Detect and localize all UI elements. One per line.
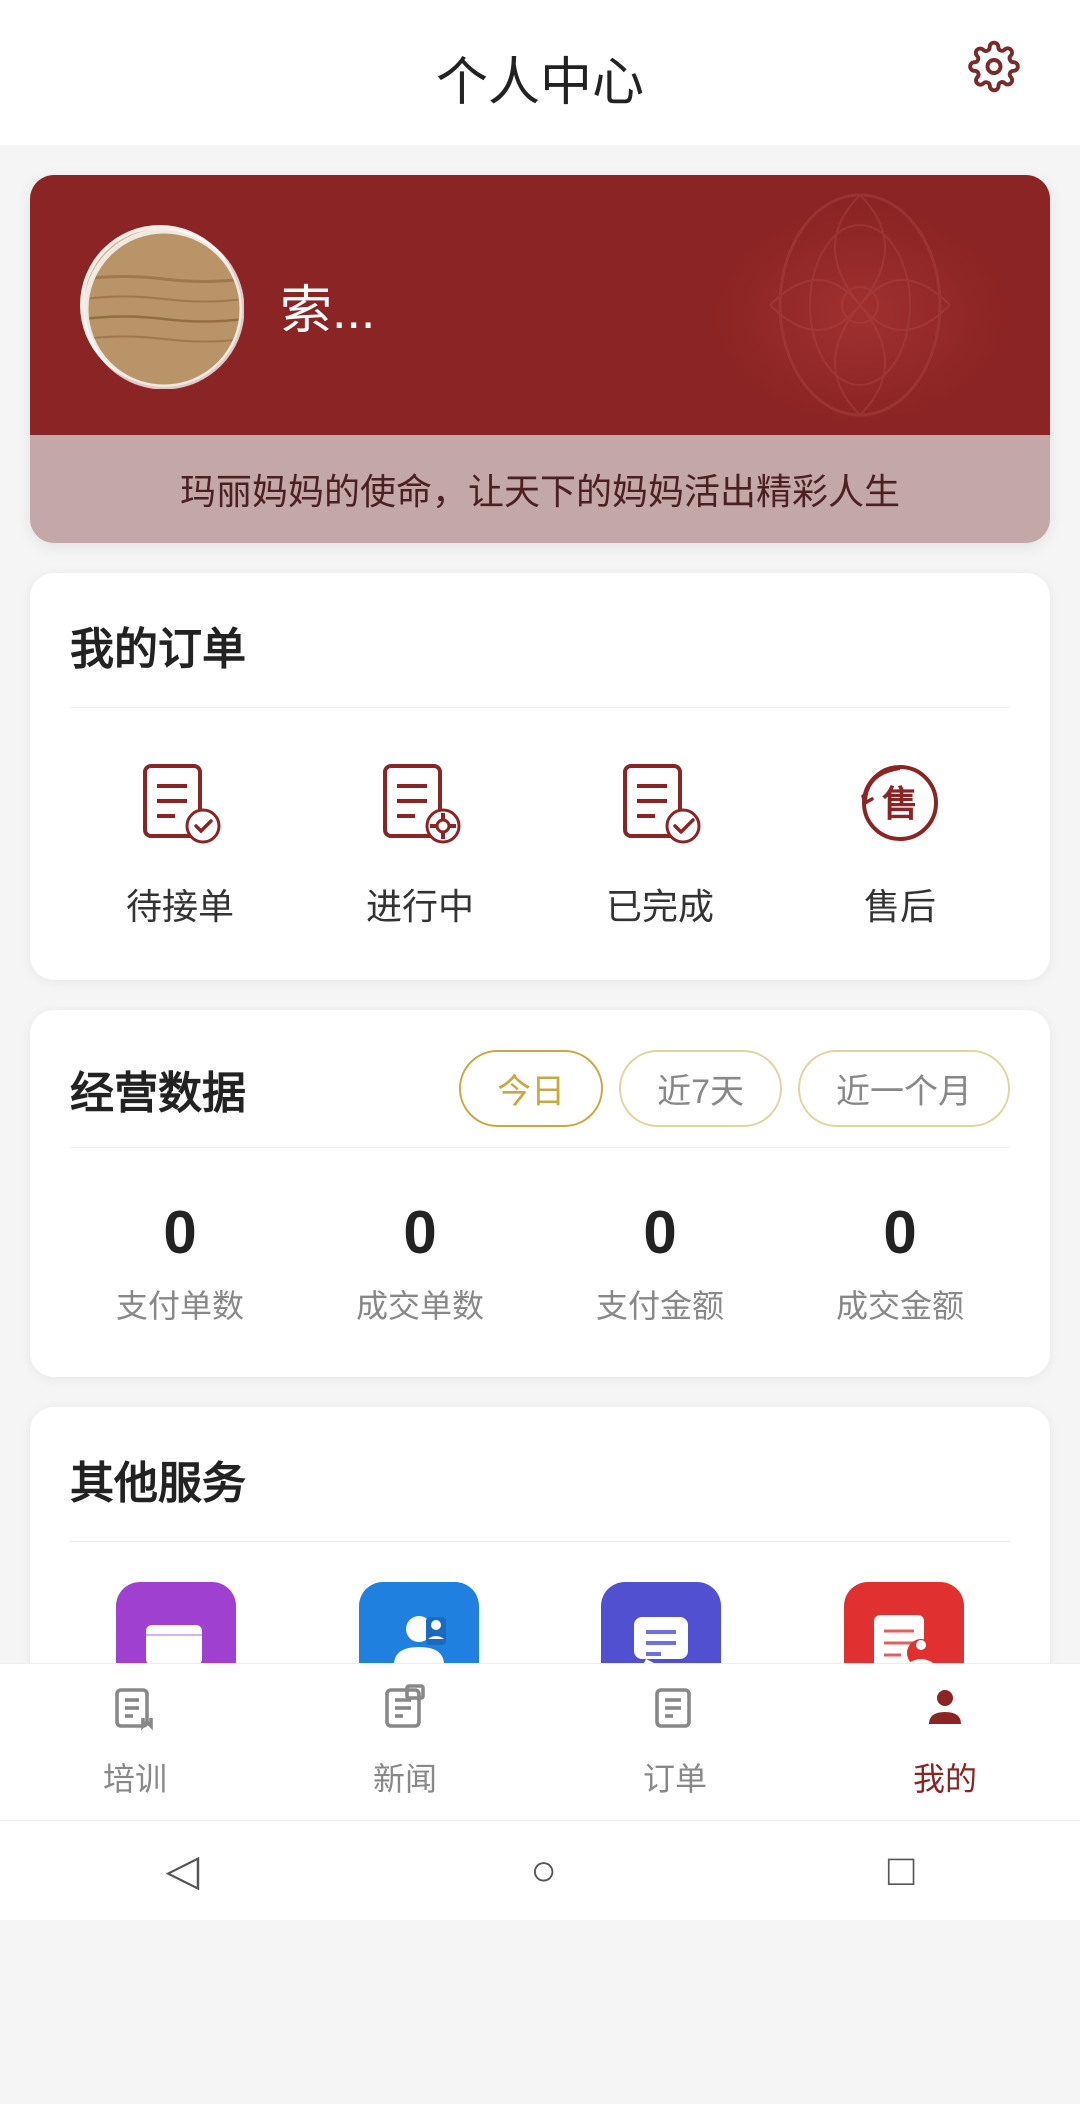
orders-section: 我的订单 待接单 <box>30 573 1050 980</box>
avatar <box>80 225 240 385</box>
completed-icon <box>605 748 715 858</box>
business-header: 经营数据 今日 近7天 近一个月 <box>70 1050 1010 1127</box>
svg-text:售: 售 <box>882 783 918 824</box>
filter-1month[interactable]: 近一个月 <box>798 1050 1010 1127</box>
nav-item-news[interactable]: 新闻 <box>305 1684 505 1800</box>
nav-item-training[interactable]: 培训 <box>35 1684 235 1800</box>
orders-title: 我的订单 <box>70 613 1010 677</box>
floral-decoration <box>690 185 1030 425</box>
orders-nav-icon <box>651 1684 699 1744</box>
order-item-pending[interactable]: 待接单 <box>70 748 290 930</box>
order-item-completed[interactable]: 已完成 <box>550 748 770 930</box>
business-title: 经营数据 <box>70 1057 246 1121</box>
services-title: 其他服务 <box>70 1447 1010 1511</box>
deal-amount-label: 成交金额 <box>836 1281 964 1327</box>
business-section: 经营数据 今日 近7天 近一个月 0 支付单数 0 成交单数 0 支付金额 0 … <box>30 1010 1050 1377</box>
inprogress-label: 进行中 <box>366 878 474 930</box>
nav-item-orders[interactable]: 订单 <box>575 1684 775 1800</box>
header: 个人中心 <box>0 0 1080 145</box>
filter-7days[interactable]: 近7天 <box>619 1050 782 1127</box>
completed-label: 已完成 <box>606 878 714 930</box>
news-nav-label: 新闻 <box>373 1754 437 1800</box>
paid-orders-label: 支付单数 <box>116 1281 244 1327</box>
business-stats: 0 支付单数 0 成交单数 0 支付金额 0 成交金额 <box>70 1198 1010 1327</box>
nav-item-mine[interactable]: 我的 <box>845 1684 1045 1800</box>
profile-name: 索... <box>280 268 375 343</box>
inprogress-icon <box>365 748 475 858</box>
profile-card: 索... 玛丽妈妈的使命，让天下的妈妈活出精彩人生 <box>30 175 1050 543</box>
aftersale-icon: 售 <box>845 748 955 858</box>
stat-deal-amount: 0 成交金额 <box>790 1198 1010 1327</box>
profile-slogan-bar: 玛丽妈妈的使命，让天下的妈妈活出精彩人生 <box>30 435 1050 543</box>
training-nav-label: 培训 <box>103 1754 167 1800</box>
training-nav-icon <box>111 1684 159 1744</box>
paid-amount-label: 支付金额 <box>596 1281 724 1327</box>
android-back-button[interactable]: ◁ <box>166 1845 200 1896</box>
paid-orders-value: 0 <box>163 1198 196 1267</box>
profile-slogan: 玛丽妈妈的使命，让天下的妈妈活出精彩人生 <box>180 471 900 512</box>
settings-icon[interactable] <box>968 40 1020 105</box>
news-nav-icon <box>381 1684 429 1744</box>
profile-top: 索... <box>30 175 1050 435</box>
orders-grid: 待接单 进行中 <box>70 748 1010 930</box>
mine-nav-label: 我的 <box>913 1754 977 1800</box>
stat-paid-amount: 0 支付金额 <box>550 1198 770 1327</box>
order-item-aftersale[interactable]: 售 售后 <box>790 748 1010 930</box>
pending-label: 待接单 <box>126 878 234 930</box>
deal-orders-label: 成交单数 <box>356 1281 484 1327</box>
order-item-inprogress[interactable]: 进行中 <box>310 748 530 930</box>
filter-today[interactable]: 今日 <box>459 1050 603 1127</box>
mine-nav-icon <box>921 1684 969 1744</box>
bottom-nav: 培训 新闻 订单 <box>0 1663 1080 1820</box>
android-recent-button[interactable]: □ <box>888 1846 915 1896</box>
paid-amount-value: 0 <box>643 1198 676 1267</box>
pending-icon <box>125 748 235 858</box>
stat-paid-orders: 0 支付单数 <box>70 1198 290 1327</box>
page-title: 个人中心 <box>436 40 644 115</box>
deal-orders-value: 0 <box>403 1198 436 1267</box>
android-home-button[interactable]: ○ <box>530 1846 557 1896</box>
stat-deal-orders: 0 成交单数 <box>310 1198 530 1327</box>
business-filters: 今日 近7天 近一个月 <box>459 1050 1010 1127</box>
orders-nav-label: 订单 <box>643 1754 707 1800</box>
android-nav: ◁ ○ □ <box>0 1820 1080 1920</box>
deal-amount-value: 0 <box>883 1198 916 1267</box>
aftersale-label: 售后 <box>864 878 936 930</box>
